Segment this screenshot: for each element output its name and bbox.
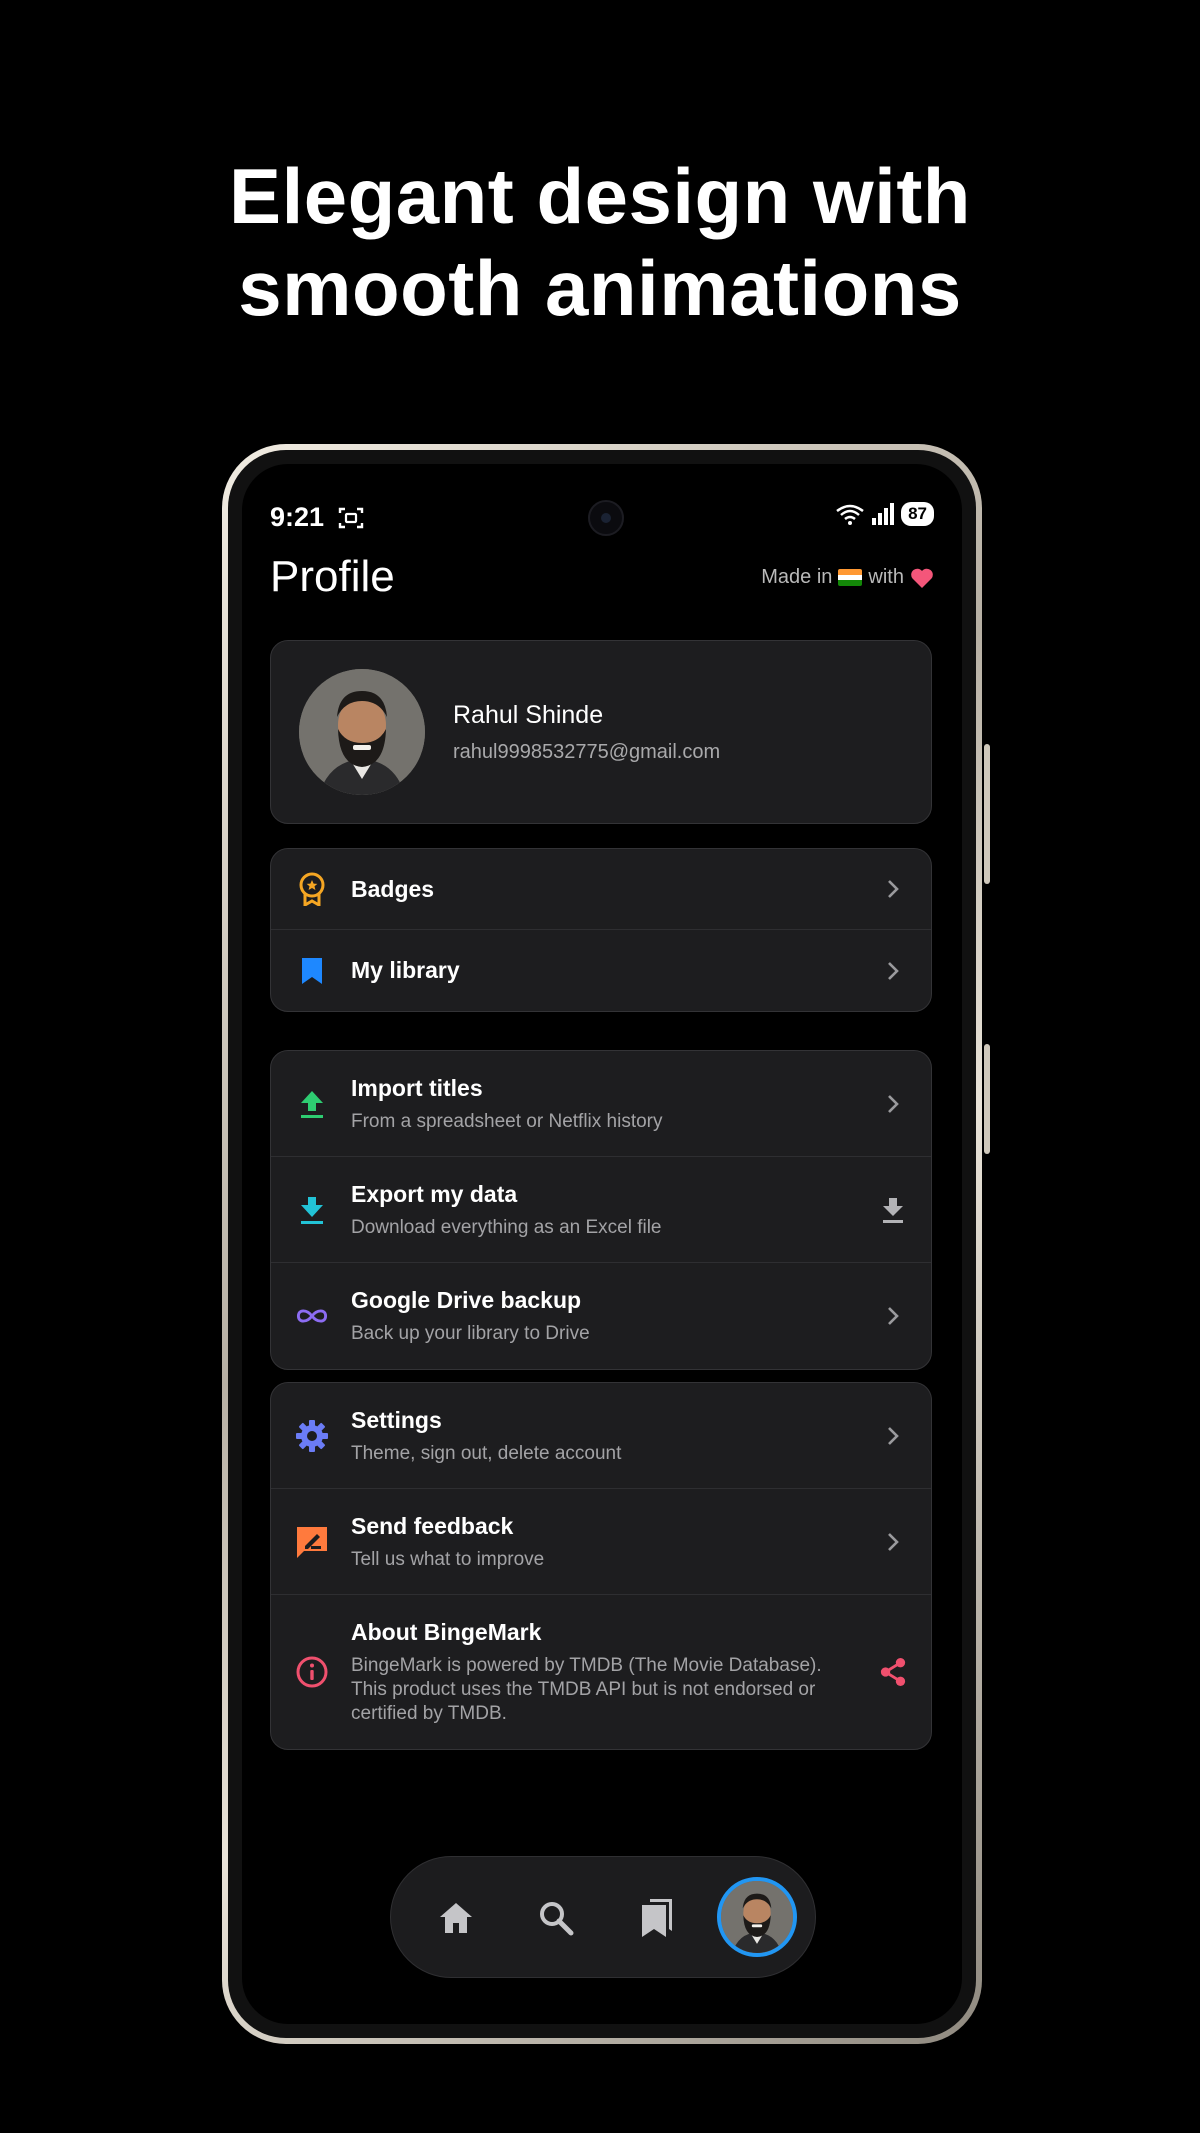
library-icon xyxy=(642,1899,672,1937)
menu-item-about[interactable]: About BingeMark BingeMark is powered by … xyxy=(271,1595,931,1749)
app-screen: 9:21 87 Profile Made in with Rahul Shind… xyxy=(242,464,962,2024)
menu-item-import-titles[interactable]: Import titles From a spreadsheet or Netf… xyxy=(271,1051,931,1157)
chevron-right-icon xyxy=(879,1302,907,1330)
chevron-right-icon xyxy=(879,1090,907,1118)
menu-item-my-library[interactable]: My library xyxy=(271,930,931,1011)
menu-item-subtitle: Download everything as an Excel file xyxy=(351,1217,662,1238)
nav-library-button[interactable] xyxy=(627,1888,687,1948)
menu-item-drive-backup[interactable]: Google Drive backup Back up your library… xyxy=(271,1263,931,1369)
status-bar: 9:21 87 xyxy=(242,500,962,538)
home-icon xyxy=(440,1903,472,1933)
menu-item-label: About BingeMark xyxy=(351,1619,542,1645)
phone-frame: 9:21 87 Profile Made in with Rahul Shind… xyxy=(222,444,990,2044)
signal-icon xyxy=(872,503,895,525)
avatar xyxy=(721,1881,793,1953)
menu-item-subtitle: BingeMark is powered by TMDB (The Movie … xyxy=(351,1655,822,1724)
chevron-right-icon xyxy=(879,1528,907,1556)
promo-headline: Elegant design with smooth animations xyxy=(0,150,1200,334)
headline-line-1: Elegant design with xyxy=(229,152,971,240)
user-email: rahul9998532775@gmail.com xyxy=(453,741,721,763)
menu-item-subtitle: Tell us what to improve xyxy=(351,1549,545,1570)
gear-icon xyxy=(295,1419,329,1453)
chevron-right-icon xyxy=(879,1422,907,1450)
nav-search-button[interactable] xyxy=(526,1888,586,1948)
profile-card[interactable]: Rahul Shinde rahul9998532775@gmail.com xyxy=(270,640,932,824)
download-action-icon[interactable] xyxy=(879,1196,907,1224)
badge-icon xyxy=(295,872,329,906)
made-in-suffix: with xyxy=(868,566,904,588)
headline-line-2: smooth animations xyxy=(238,244,962,332)
menu-group-library: Badges My library xyxy=(270,848,932,1012)
menu-group-data: Import titles From a spreadsheet or Netf… xyxy=(270,1050,932,1370)
infinity-icon xyxy=(295,1299,329,1333)
feedback-icon xyxy=(295,1525,329,1559)
menu-item-subtitle: Back up your library to Drive xyxy=(351,1323,590,1344)
menu-item-badges[interactable]: Badges xyxy=(271,849,931,930)
wifi-icon xyxy=(836,504,864,525)
upload-icon xyxy=(295,1087,329,1121)
status-time: 9:21 xyxy=(270,502,325,532)
menu-item-label: My library xyxy=(351,957,460,983)
page-title: Profile xyxy=(270,552,395,601)
menu-item-send-feedback[interactable]: Send feedback Tell us what to improve xyxy=(271,1489,931,1595)
avatar xyxy=(299,669,425,795)
menu-item-label: Badges xyxy=(351,876,435,902)
nav-profile-avatar[interactable] xyxy=(717,1877,797,1957)
download-icon xyxy=(295,1193,329,1227)
volume-button xyxy=(984,1044,990,1154)
screenshot-icon xyxy=(338,507,364,529)
bookmark-icon xyxy=(295,954,329,988)
chevron-right-icon xyxy=(879,957,907,985)
battery-indicator: 87 xyxy=(901,502,934,526)
made-in-tagline: Made in with xyxy=(761,566,934,589)
made-in-prefix: Made in xyxy=(761,566,833,588)
menu-item-label: Send feedback xyxy=(351,1513,514,1539)
menu-item-export-data[interactable]: Export my data Download everything as an… xyxy=(271,1157,931,1263)
search-icon xyxy=(540,1902,574,1936)
info-icon xyxy=(295,1655,329,1689)
front-camera xyxy=(588,500,624,536)
power-button xyxy=(984,744,990,884)
menu-group-app: Settings Theme, sign out, delete account xyxy=(270,1382,932,1750)
user-name: Rahul Shinde xyxy=(453,701,604,729)
menu-item-subtitle: From a spreadsheet or Netflix history xyxy=(351,1111,663,1132)
menu-item-subtitle: Theme, sign out, delete account xyxy=(351,1443,622,1464)
india-flag-icon xyxy=(838,569,863,586)
nav-home-button[interactable] xyxy=(426,1888,486,1948)
menu-item-label: Settings xyxy=(351,1407,442,1433)
menu-item-label: Google Drive backup xyxy=(351,1287,582,1313)
menu-item-label: Import titles xyxy=(351,1075,483,1101)
share-icon[interactable] xyxy=(879,1658,907,1686)
menu-item-settings[interactable]: Settings Theme, sign out, delete account xyxy=(271,1383,931,1489)
heart-icon xyxy=(911,568,933,588)
chevron-right-icon xyxy=(879,875,907,903)
menu-item-label: Export my data xyxy=(351,1181,518,1207)
promo-stage: Elegant design with smooth animations 9:… xyxy=(0,0,1200,2133)
bottom-nav-bar xyxy=(390,1856,816,1978)
